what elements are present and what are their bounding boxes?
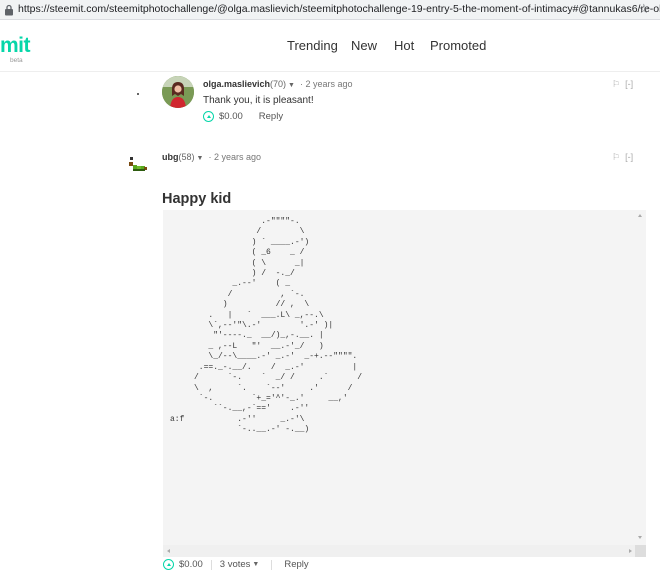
scrollbar-corner (635, 545, 646, 557)
scroll-right-icon[interactable] (629, 549, 632, 553)
caterpillar-avatar-icon[interactable] (129, 157, 149, 173)
nav-trending[interactable]: Trending (287, 38, 338, 53)
comment-timestamp[interactable]: · 2 years ago (300, 79, 353, 89)
thread-dot (137, 93, 139, 95)
divider (271, 559, 273, 570)
author-reputation: (70) (270, 79, 287, 89)
payout-value[interactable]: $0.00 (219, 111, 243, 122)
chevron-down-icon[interactable]: ▼ (288, 82, 295, 89)
vertical-scrollbar[interactable] (635, 210, 646, 545)
payout-value[interactable]: $0.00 (179, 559, 203, 570)
beta-label: beta (10, 57, 23, 64)
site-header: mit beta Trending New Hot Promoted (0, 20, 660, 72)
author-reputation: (58) (178, 152, 195, 162)
scroll-down-icon[interactable] (638, 536, 642, 539)
nav-promoted[interactable]: Promoted (430, 38, 486, 53)
votes-count[interactable]: 3 votes (220, 559, 251, 570)
code-block[interactable]: .-""""-. / \ ) ` ____.-') ( _6 _ / ( \ _… (163, 210, 646, 557)
nav-new[interactable]: New (351, 38, 377, 53)
steemit-logo[interactable]: mit (0, 34, 31, 58)
collapse-toggle[interactable]: [-] (625, 79, 633, 89)
avatar-image (162, 76, 194, 108)
comment-flag-controls: ⚐ [-] (612, 79, 633, 90)
chevron-down-icon[interactable]: ▼ (252, 561, 259, 568)
bookmark-star-icon[interactable]: ☆ (638, 1, 650, 17)
url-text[interactable]: https://steemit.com/steemitphotochalleng… (18, 3, 660, 15)
flag-icon[interactable]: ⚐ (612, 152, 620, 162)
browser-address-bar[interactable]: https://steemit.com/steemitphotochalleng… (0, 0, 660, 20)
reply-link[interactable]: Reply (284, 559, 308, 570)
comment-footer: $0.00 3 votes ▼ Reply (163, 559, 309, 570)
horizontal-scrollbar[interactable] (163, 545, 646, 557)
scrollbar-thumb[interactable] (163, 547, 635, 554)
scroll-left-icon[interactable] (167, 549, 170, 553)
nav-hot[interactable]: Hot (394, 38, 414, 53)
comment-footer: $0.00 Reply (203, 111, 283, 122)
scroll-up-icon[interactable] (638, 214, 642, 217)
comment-author-line: ubg(58) ▼ · 2 years ago (162, 152, 261, 162)
reply-link[interactable]: Reply (259, 111, 283, 122)
ascii-art: .-""""-. / \ ) ` ____.-') ( _6 _ / ( \ _… (170, 217, 363, 435)
upvote-icon[interactable] (163, 559, 174, 570)
collapse-toggle[interactable]: [-] (625, 152, 633, 162)
comment-timestamp[interactable]: · 2 years ago (208, 152, 261, 162)
comment-body: Thank you, it is pleasant! (203, 95, 314, 106)
author-name[interactable]: olga.maslievich (203, 79, 270, 89)
comment-flag-controls: ⚐ [-] (612, 152, 633, 163)
lock-icon (5, 4, 13, 16)
chevron-down-icon[interactable]: ▼ (197, 155, 204, 162)
comment-heading: Happy kid (162, 191, 232, 207)
comment-author-line: olga.maslievich(70) ▼ · 2 years ago (203, 79, 353, 89)
flag-icon[interactable]: ⚐ (612, 79, 620, 89)
author-name[interactable]: ubg (162, 152, 179, 162)
avatar[interactable] (162, 76, 194, 108)
upvote-icon[interactable] (203, 111, 214, 122)
divider (210, 559, 212, 570)
